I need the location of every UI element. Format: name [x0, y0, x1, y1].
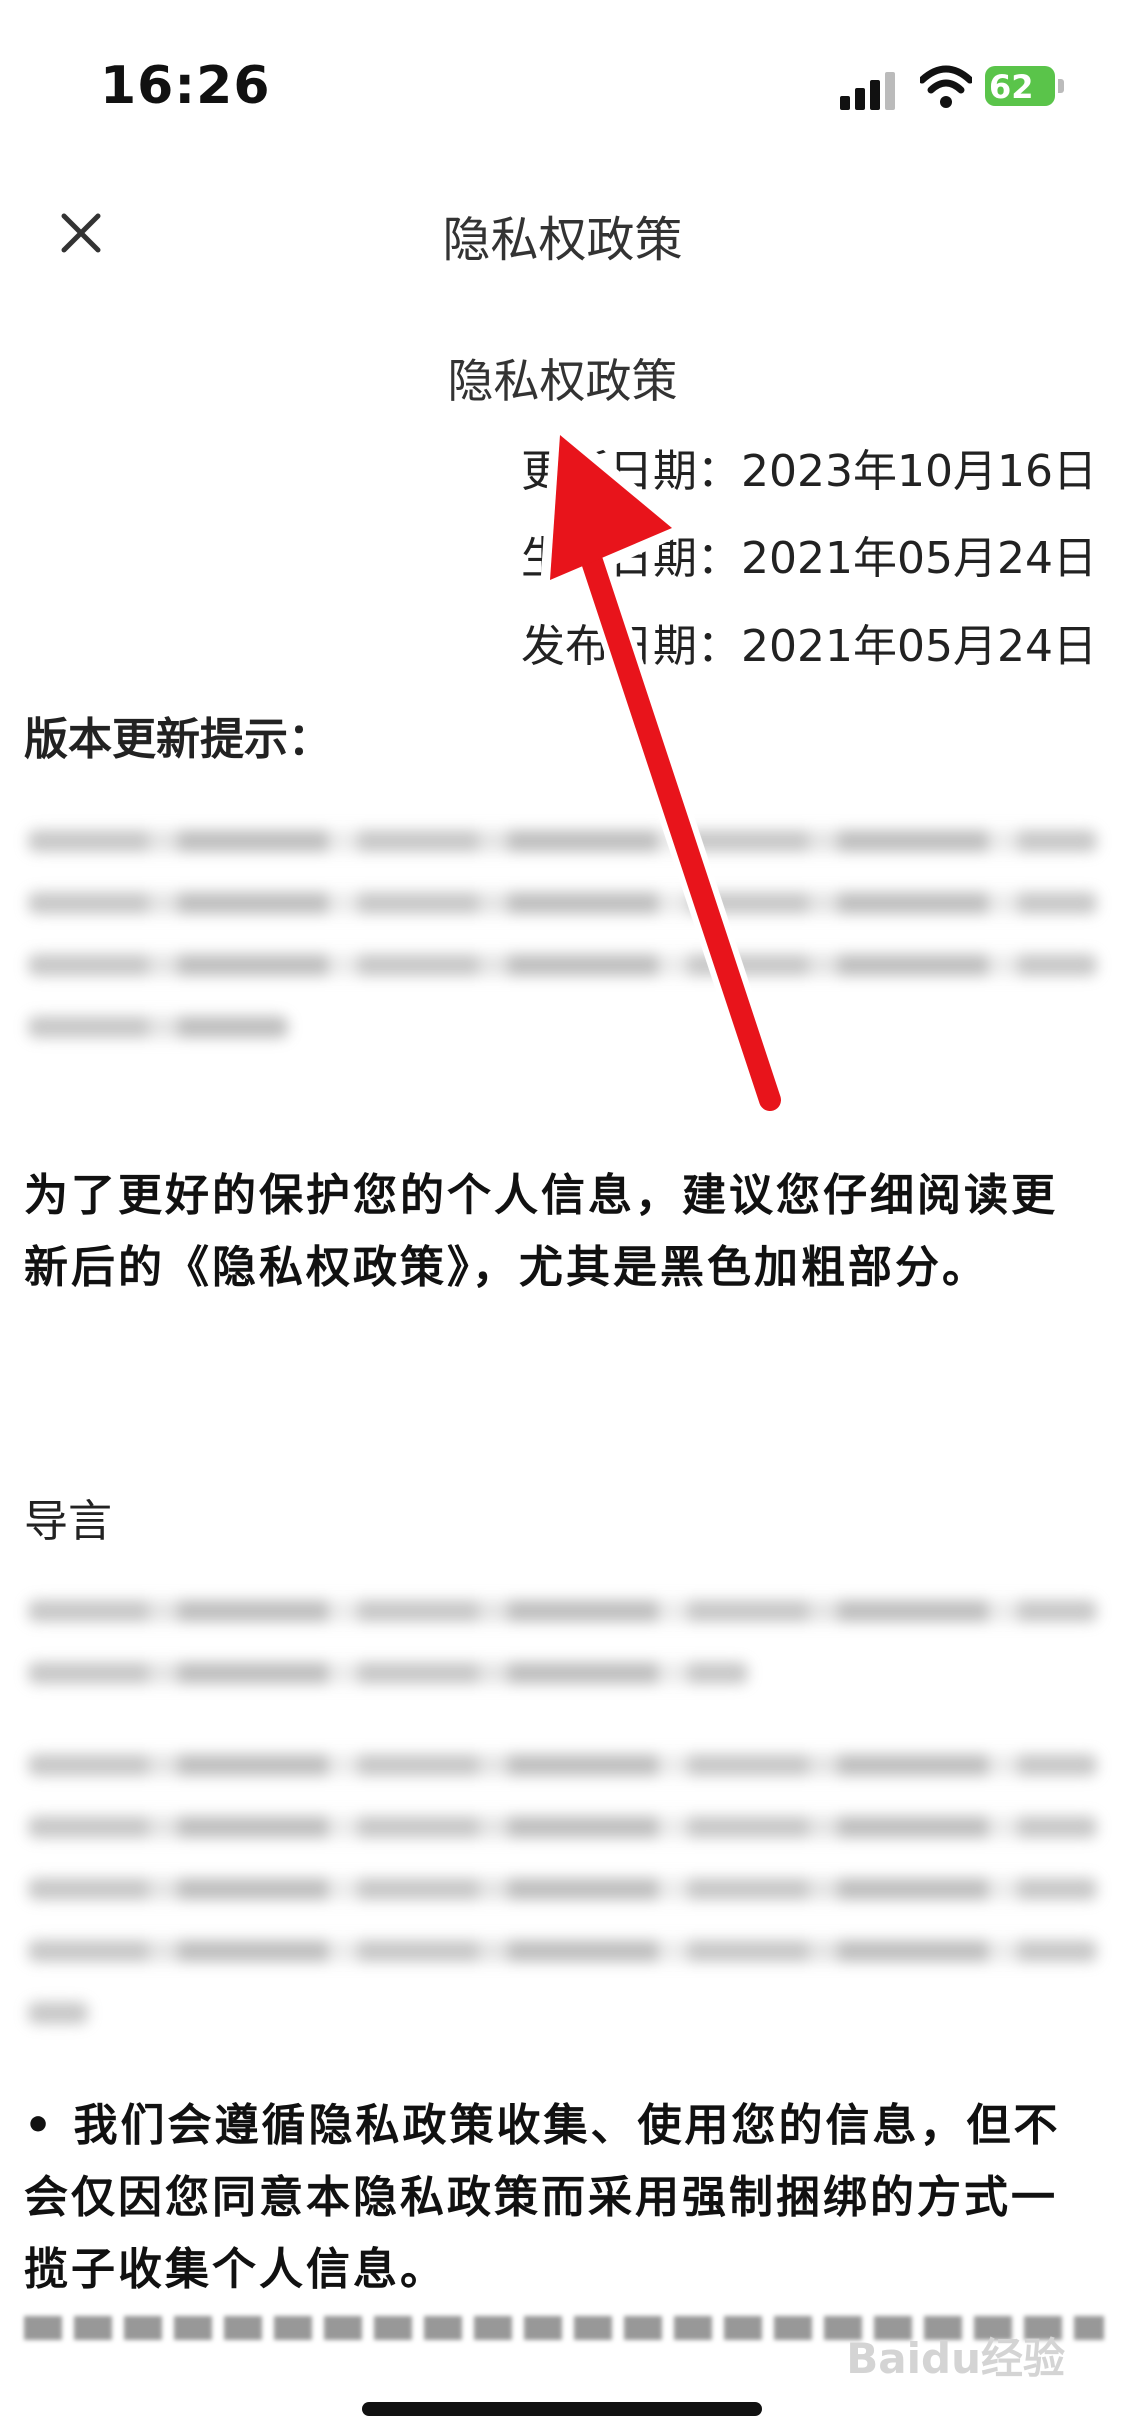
status-bar: 16:26 62	[0, 0, 1125, 150]
blurred-text-block	[0, 790, 1125, 1090]
wifi-icon	[920, 65, 972, 108]
battery-icon: 62	[985, 66, 1065, 108]
advice-paragraph: 为了更好的保护您的个人信息，建议您仔细阅读更新后的《隐私权政策》，尤其是黑色加粗…	[24, 1170, 1058, 1293]
battery-level: 62	[989, 68, 1034, 106]
status-time: 16:26	[100, 56, 271, 116]
intro-heading: 导言	[24, 1496, 112, 1547]
update-date: 更新日期：2023年10月16日	[521, 446, 1097, 497]
document-title: 隐私权政策	[447, 354, 678, 408]
bullet-paragraph: • 我们会遵循隐私政策收集、使用您的信息，但不会仅因您同意本隐私政策而采用强制捆…	[24, 2100, 1061, 2295]
home-indicator[interactable]	[362, 2402, 762, 2416]
nav-title: 隐私权政策	[442, 212, 683, 268]
effective-date: 生效日期：2021年05月24日	[521, 533, 1097, 584]
watermark: Baidu经验	[846, 2334, 1065, 2383]
blurred-intro-block	[0, 1560, 1125, 2080]
version-update-heading: 版本更新提示：	[24, 714, 332, 765]
publish-date: 发布日期：2021年05月24日	[521, 621, 1097, 672]
cellular-signal-icon	[840, 70, 900, 110]
